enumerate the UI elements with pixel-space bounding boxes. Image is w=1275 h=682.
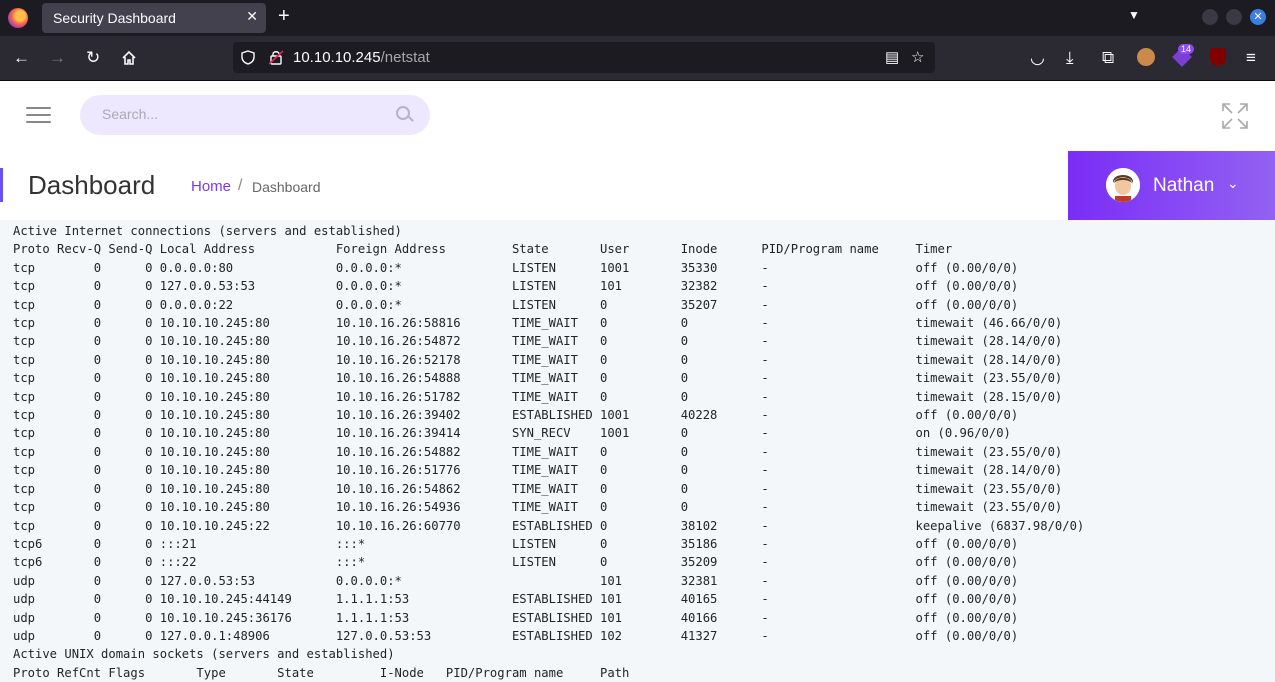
- reader-view-icon[interactable]: ▤: [885, 48, 899, 66]
- url-host: 10.10.10.245: [293, 49, 381, 66]
- shield-icon[interactable]: [241, 50, 255, 65]
- ublock-icon[interactable]: [1210, 48, 1226, 66]
- connection-row: tcp6 0 0 :::22 :::* LISTEN 0 35209 - off…: [13, 555, 1019, 570]
- connection-row: tcp 0 0 10.10.10.245:22 10.10.16.26:6077…: [13, 518, 1085, 533]
- fullscreen-icon[interactable]: [1222, 103, 1248, 129]
- connection-row: tcp 0 0 10.10.10.245:80 10.10.16.26:3941…: [13, 426, 1011, 441]
- home-icon[interactable]: [121, 50, 137, 66]
- search-input[interactable]: [100, 105, 384, 123]
- minimize-window-icon[interactable]: [1202, 9, 1218, 25]
- search-box[interactable]: [80, 95, 430, 135]
- app-header: [0, 81, 1275, 152]
- breadcrumb-separator: /: [238, 177, 243, 194]
- url-path: /netstat: [380, 49, 430, 66]
- connection-row: udp 0 0 127.0.0.53:53 0.0.0.0:* 101 3238…: [13, 573, 1019, 588]
- bookmark-star-icon[interactable]: ☆: [911, 48, 924, 66]
- breadcrumb-home-link[interactable]: Home: [191, 178, 231, 195]
- connection-row: tcp 0 0 10.10.10.245:80 10.10.16.26:5487…: [13, 334, 1063, 349]
- connection-row: tcp 0 0 0.0.0.0:80 0.0.0.0:* LISTEN 1001…: [13, 260, 1019, 275]
- tab-title: Security Dashboard: [53, 10, 176, 26]
- inet-column-header: Proto Recv-Q Send-Q Local Address Foreig…: [13, 242, 953, 257]
- menu-icon[interactable]: ≡: [1246, 48, 1256, 68]
- connection-row: udp 0 0 127.0.0.1:48906 127.0.0.53:53 ES…: [13, 628, 1019, 643]
- forward-arrow-icon[interactable]: →: [49, 48, 66, 68]
- url-text[interactable]: 10.10.10.245/netstat: [293, 49, 430, 66]
- connection-row: tcp 0 0 10.10.10.245:80 10.10.16.26:5488…: [13, 444, 1063, 459]
- page-title-bar: Dashboard Home / Dashboard: [0, 151, 1068, 220]
- connection-row: tcp 0 0 10.10.10.245:80 10.10.16.26:5178…: [13, 389, 1063, 404]
- page-title: Dashboard: [28, 170, 156, 200]
- user-menu-button[interactable]: Nathan ⌄: [1068, 151, 1275, 220]
- reload-icon[interactable]: ↻: [86, 48, 100, 68]
- lock-insecure-icon[interactable]: [269, 50, 283, 65]
- firefox-logo-icon: [8, 8, 28, 28]
- connection-row: tcp 0 0 10.10.10.245:80 10.10.16.26:5488…: [13, 371, 1063, 386]
- connection-row: udp 0 0 10.10.10.245:36176 1.1.1.1:53 ES…: [13, 610, 1019, 625]
- connection-row: tcp6 0 0 :::21 :::* LISTEN 0 35186 - off…: [13, 536, 1019, 551]
- unix-column-header: Proto RefCnt Flags Type State I-Node PID…: [13, 665, 630, 680]
- pocket-icon[interactable]: ◡: [1030, 48, 1045, 68]
- tab-close-icon[interactable]: ✕: [246, 8, 258, 25]
- browser-tab[interactable]: Security Dashboard ✕: [42, 3, 266, 33]
- browser-nav-bar: ← → ↻ 10.10.10.245/netstat ▤ ☆ ◡ ⤓ ⧉ 14 …: [0, 36, 1275, 81]
- connection-row: tcp 0 0 10.10.10.245:80 10.10.16.26:5217…: [13, 352, 1063, 367]
- connection-row: tcp 0 0 10.10.10.245:80 10.10.16.26:3940…: [13, 408, 1019, 423]
- back-arrow-icon[interactable]: ←: [13, 48, 30, 68]
- connection-row: udp 0 0 10.10.10.245:44149 1.1.1.1:53 ES…: [13, 592, 1019, 607]
- inet-heading: Active Internet connections (servers and…: [13, 224, 402, 238]
- maximize-window-icon[interactable]: [1226, 9, 1242, 25]
- cookie-extension-icon[interactable]: [1137, 48, 1155, 66]
- title-accent-bar: [0, 168, 3, 202]
- extension-badge: 14: [1178, 44, 1195, 54]
- new-tab-icon[interactable]: +: [278, 6, 290, 26]
- connection-row: tcp 0 0 127.0.0.53:53 0.0.0.0:* LISTEN 1…: [13, 279, 1019, 294]
- connection-row: tcp 0 0 10.10.10.245:80 10.10.16.26:5486…: [13, 481, 1063, 496]
- avatar: [1106, 168, 1140, 202]
- connection-row: tcp 0 0 10.10.10.245:80 10.10.16.26:5493…: [13, 500, 1063, 515]
- connection-row: tcp 0 0 10.10.10.245:80 10.10.16.26:5881…: [13, 316, 1063, 331]
- breadcrumb-current: Dashboard: [252, 179, 321, 195]
- chevron-down-icon[interactable]: ▼: [1128, 8, 1140, 22]
- sidebar-toggle-icon[interactable]: [26, 107, 51, 128]
- download-icon[interactable]: ⤓: [1066, 48, 1074, 68]
- search-icon[interactable]: [396, 106, 410, 120]
- url-bar[interactable]: 10.10.10.245/netstat ▤ ☆: [233, 42, 935, 73]
- extensions-icon[interactable]: ⧉: [1102, 48, 1114, 68]
- browser-tab-bar: Security Dashboard ✕ + ▼ ✕: [0, 0, 1275, 36]
- user-name: Nathan: [1153, 175, 1215, 196]
- netstat-output: Active Internet connections (servers and…: [13, 222, 1084, 682]
- connection-row: tcp 0 0 0.0.0.0:22 0.0.0.0:* LISTEN 0 35…: [13, 297, 1019, 312]
- chevron-down-icon: ⌄: [1227, 175, 1239, 191]
- unix-heading: Active UNIX domain sockets (servers and …: [13, 647, 395, 662]
- connection-row: tcp 0 0 10.10.10.245:80 10.10.16.26:5177…: [13, 463, 1063, 478]
- close-window-icon[interactable]: ✕: [1250, 9, 1266, 25]
